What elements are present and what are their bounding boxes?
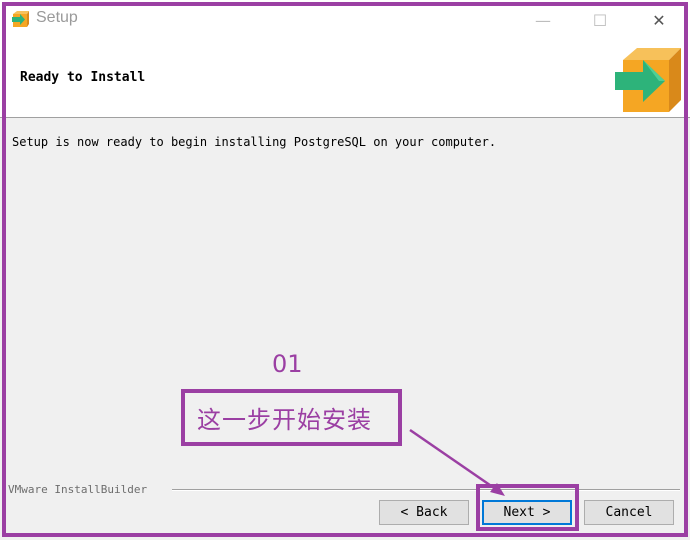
footer-divider [172, 489, 680, 491]
setup-arrow-box-icon [12, 11, 29, 27]
setup-window: Setup — ☐ ✕ Ready to Install Setup is no… [0, 0, 690, 540]
page-title: Ready to Install [20, 70, 146, 85]
next-button-highlight [476, 484, 579, 531]
header-panel: Ready to Install [0, 40, 690, 118]
install-box-arrow-icon [615, 48, 681, 112]
ready-message: Setup is now ready to begin installing P… [12, 135, 497, 149]
annotation-step-number: 01 [272, 350, 303, 378]
annotation-callout-text: 这一步开始安装 [197, 406, 372, 434]
window-title: Setup [36, 9, 78, 26]
maximize-button[interactable]: ☐ [577, 0, 623, 40]
minimize-button[interactable]: — [520, 0, 566, 40]
close-button[interactable]: ✕ [636, 0, 682, 40]
cancel-button[interactable]: Cancel [584, 500, 674, 525]
title-bar: Setup — ☐ ✕ [0, 0, 690, 40]
back-button[interactable]: < Back [379, 500, 469, 525]
installer-brand: VMware InstallBuilder [8, 483, 148, 496]
